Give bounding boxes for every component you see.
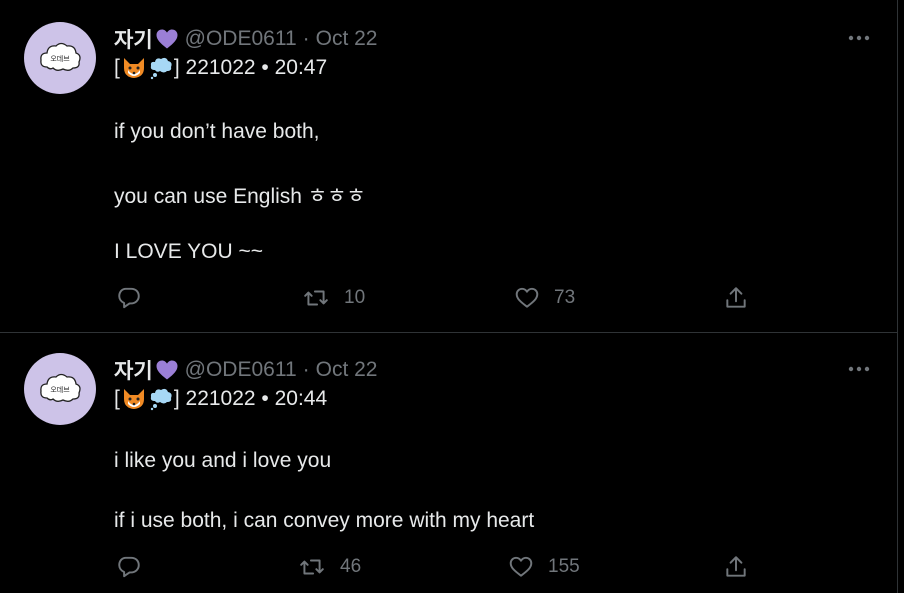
- like-count: 73: [554, 287, 576, 308]
- thought-bubble-emoji-icon: [149, 56, 173, 80]
- share-icon: [726, 287, 746, 308]
- heart-icon: [515, 287, 539, 308]
- purple-heart-emoji-icon: [155, 28, 179, 50]
- more-dots-icon: [848, 366, 870, 372]
- display-name[interactable]: 자기: [114, 24, 153, 54]
- tweet-text-line: you can use English ㅎㅎㅎ: [114, 185, 366, 208]
- retweet-icon: [304, 290, 328, 306]
- separator-dot: ·: [302, 27, 310, 50]
- tweet-subline: [ ] 221022 • 20:44: [114, 387, 327, 411]
- fox-emoji-icon: [121, 387, 147, 411]
- tweet-text-line: if you don’t have both,: [114, 120, 320, 143]
- separator-dot: ·: [302, 358, 310, 381]
- retweet-button[interactable]: 10: [302, 285, 365, 311]
- user-handle[interactable]: @ODE0611: [185, 358, 297, 382]
- tweet-text-line: I LOVE YOU ~~: [114, 240, 264, 263]
- reply-button[interactable]: [116, 285, 142, 311]
- user-handle[interactable]: @ODE0611: [185, 27, 297, 51]
- reply-icon: [118, 556, 140, 578]
- reply-button[interactable]: [116, 554, 142, 580]
- tweet-actions: 46 155: [114, 554, 754, 584]
- tweet-subline: [ ] 221022 • 20:47: [114, 56, 327, 80]
- like-count: 155: [548, 556, 580, 577]
- avatar[interactable]: 오데브: [24, 22, 96, 94]
- purple-heart-emoji-icon: [155, 359, 179, 381]
- like-button[interactable]: 155: [508, 554, 580, 580]
- more-options-button[interactable]: [846, 28, 872, 48]
- tweet-date[interactable]: Oct 22: [316, 27, 378, 51]
- timeline: 오데브 자기 @ODE0611 · Oct 22 [ ] 221022 • 20…: [0, 0, 898, 593]
- tweet-actions: 10 73: [114, 285, 754, 315]
- retweet-count: 10: [344, 287, 366, 308]
- tweet-header: 자기 @ODE0611 · Oct 22: [114, 24, 378, 54]
- cloud-avatar-icon: 오데브: [40, 42, 81, 71]
- timestamp-text: ] 221022 • 20:47: [173, 56, 328, 79]
- retweet-button[interactable]: 46: [298, 554, 361, 580]
- more-options-button[interactable]: [846, 359, 872, 379]
- tweet-text-line: i like you and i love you: [114, 449, 332, 472]
- share-button[interactable]: [723, 554, 749, 580]
- timestamp-text: ] 221022 • 20:44: [173, 387, 328, 410]
- avatar-label: 오데브: [50, 386, 70, 394]
- tweet-date[interactable]: Oct 22: [316, 358, 378, 382]
- display-name[interactable]: 자기: [114, 355, 153, 385]
- avatar[interactable]: 오데브: [24, 353, 96, 425]
- fox-emoji-icon: [121, 56, 147, 80]
- more-dots-icon: [848, 35, 870, 41]
- retweet-count: 46: [340, 556, 362, 577]
- avatar-label: 오데브: [50, 55, 70, 63]
- bracket-open: [: [114, 56, 120, 79]
- bracket-open: [: [114, 387, 120, 410]
- thought-bubble-emoji-icon: [149, 387, 173, 411]
- heart-icon: [509, 556, 533, 577]
- tweet[interactable]: 오데브 자기 @ODE0611 · Oct 22 [ ] 221022 • 20…: [0, 0, 898, 333]
- cloud-avatar-icon: 오데브: [40, 373, 81, 402]
- reply-icon: [118, 287, 140, 309]
- tweet-header: 자기 @ODE0611 · Oct 22: [114, 355, 378, 385]
- share-icon: [726, 556, 746, 577]
- share-button[interactable]: [723, 285, 749, 311]
- retweet-icon: [300, 559, 324, 575]
- tweet-text-line: if i use both, i can convey more with my…: [114, 509, 535, 532]
- tweet[interactable]: 오데브 자기 @ODE0611 · Oct 22 [ ] 221022 • 20…: [0, 333, 898, 593]
- like-button[interactable]: 73: [514, 285, 575, 311]
